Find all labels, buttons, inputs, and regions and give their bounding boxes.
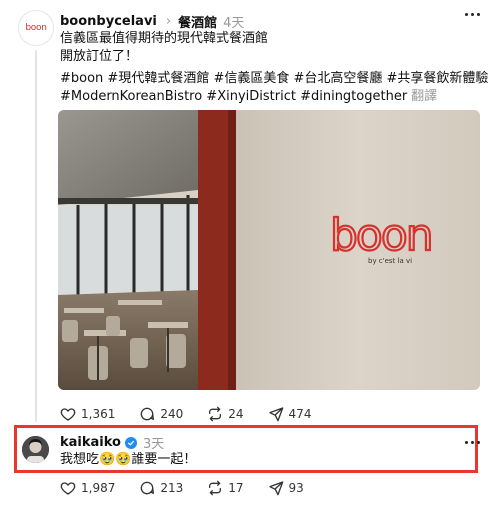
reply-time[interactable]: 3天 xyxy=(143,433,164,452)
repost-icon xyxy=(209,406,222,422)
repost-count: 17 xyxy=(228,481,244,495)
more-icon[interactable] xyxy=(465,441,480,444)
avatar-logo-text: boon xyxy=(25,23,47,33)
post-header: boonbycelavi › 餐酒館 4天 xyxy=(60,11,480,31)
profile-photo xyxy=(22,436,49,463)
reply-username[interactable]: kaikaiko xyxy=(60,435,121,450)
repost-button[interactable]: 17 xyxy=(207,480,244,496)
share-button[interactable]: 93 xyxy=(268,480,304,496)
comment-count: 240 xyxy=(160,407,184,421)
post-text-line: 信義區最值得期待的現代韓式餐酒館 xyxy=(60,31,269,46)
username[interactable]: boonbycelavi xyxy=(60,14,157,29)
heart-icon xyxy=(60,482,76,495)
wall-logo-sub: by c'est la vi xyxy=(368,257,412,265)
like-button[interactable]: 1,361 xyxy=(60,406,115,422)
like-button[interactable]: 1,987 xyxy=(60,480,115,496)
avatar[interactable]: boon xyxy=(18,10,54,46)
heart-icon xyxy=(60,408,76,421)
restaurant-photo: boon by c'est la vi xyxy=(58,110,480,390)
translate-link[interactable]: 翻譯 xyxy=(411,89,437,104)
reply-header: kaikaiko 3天 xyxy=(60,433,164,452)
share-button[interactable]: 474 xyxy=(268,406,312,422)
more-icon[interactable] xyxy=(465,13,480,16)
repost-count: 24 xyxy=(228,407,244,421)
like-count: 1,987 xyxy=(81,481,116,495)
hashtag-line[interactable]: #ModernKoreanBistro #XinyiDistrict #dini… xyxy=(60,88,437,106)
share-count: 93 xyxy=(288,481,304,495)
repost-button[interactable]: 24 xyxy=(207,406,244,422)
thread-line xyxy=(35,50,37,422)
post-image[interactable]: boon by c'est la vi xyxy=(58,110,480,390)
post-text-line: 開放訂位了！ xyxy=(60,49,139,64)
comment-button[interactable]: 213 xyxy=(139,480,183,496)
comment-icon xyxy=(141,481,155,495)
share-icon xyxy=(268,407,283,422)
wall-logo: boon xyxy=(330,210,432,261)
reply-text: 我想吃🥹🥹誰要一起！ xyxy=(60,452,197,467)
post-actions: 1,361 240 24 474 xyxy=(60,406,335,422)
hashtag-line[interactable]: #boon #現代韓式餐酒館 #信義區美食 #台北高空餐廳 #共享餐飲新體驗 xyxy=(60,70,488,88)
verified-badge-icon xyxy=(124,436,137,449)
reply-actions: 1,987 213 17 93 xyxy=(60,480,328,496)
chevron-right-icon: › xyxy=(165,13,172,29)
comment-button[interactable]: 240 xyxy=(139,406,183,422)
topic-tag[interactable]: 餐酒館 xyxy=(178,12,217,31)
like-count: 1,361 xyxy=(81,407,116,421)
post-time[interactable]: 4天 xyxy=(223,12,244,31)
repost-icon xyxy=(209,480,222,496)
comment-count: 213 xyxy=(160,481,184,495)
share-icon xyxy=(268,481,283,496)
reply-avatar[interactable] xyxy=(22,436,49,463)
comment-icon xyxy=(141,407,155,421)
share-count: 474 xyxy=(288,407,312,421)
hashtag-line-text[interactable]: #ModernKoreanBistro #XinyiDistrict #dini… xyxy=(60,89,407,104)
